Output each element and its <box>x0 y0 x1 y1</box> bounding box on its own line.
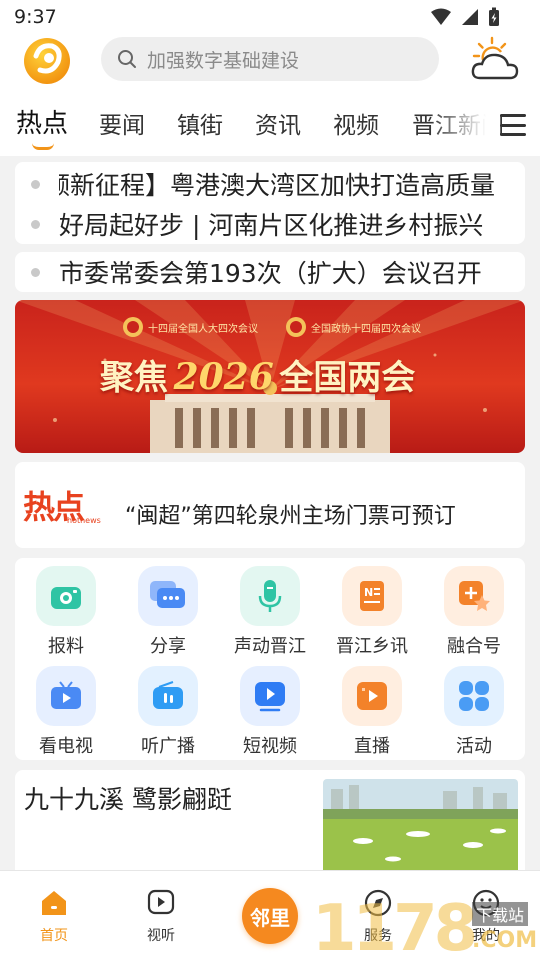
app-logo[interactable] <box>22 36 72 86</box>
channel-menu-button[interactable] <box>500 114 526 136</box>
status-time: 9:37 <box>14 6 57 28</box>
smiley-icon <box>472 889 500 917</box>
svg-text:N: N <box>364 586 373 599</box>
banner-title-year: 2026 <box>173 356 274 398</box>
tab-video[interactable]: 视频 <box>333 106 379 140</box>
microphone-icon <box>240 566 300 626</box>
ticker-text: 市委常委会第193次（扩大）会议召开 <box>59 259 482 288</box>
nav-home[interactable]: 首页 <box>24 889 84 945</box>
news-ticker-single: 市委常委会第193次（扩大）会议召开 <box>15 252 525 292</box>
hot-news-logo: 热点 hotnews <box>23 482 103 526</box>
tab-headlines[interactable]: 要闻 <box>99 106 145 140</box>
service-label: 看电视 <box>39 736 93 757</box>
compass-icon <box>364 889 392 917</box>
ticker-item[interactable]: 市委常委会第193次（扩大）会议召开 <box>15 252 525 292</box>
tab-towns[interactable]: 镇街 <box>177 106 223 140</box>
service-label: 报料 <box>48 636 84 657</box>
banner-title: 聚焦 2026 全国两会 <box>100 350 415 399</box>
service-label: 分享 <box>150 636 186 657</box>
tv-icon <box>36 666 96 726</box>
search-bar[interactable]: 加强数字基础建设 <box>101 37 439 81</box>
article-thumbnail <box>323 779 518 880</box>
news-ticker: 领新征程】粤港澳大湾区加快打造高质量 好局起好步 | 河南片区化推进乡村振兴 <box>15 162 525 244</box>
bullet-dot <box>31 219 40 229</box>
star-plus-icon <box>444 566 504 626</box>
nav-services[interactable]: 服务 <box>348 889 408 945</box>
weather-button[interactable] <box>470 36 520 82</box>
nav-audio-video[interactable]: 视听 <box>131 889 191 945</box>
bullet-dot <box>31 267 40 277</box>
service-label: 听广播 <box>141 736 195 757</box>
tab-fade-overlay <box>430 90 500 156</box>
banner-npc-caption: 十四届全国人大四次会议 <box>148 324 258 335</box>
service-label: 短视频 <box>243 736 297 757</box>
grid-icon <box>444 666 504 726</box>
search-icon <box>118 50 136 68</box>
play-circle-icon <box>147 889 175 915</box>
service-grid: 报料 分享 声动晋江 N 晋江乡讯 融合号 看电视 听广播 短视频 直播 活动 <box>15 558 525 760</box>
banner-title-part2: 全国两会 <box>279 358 416 398</box>
home-icon <box>42 891 66 915</box>
nav-profile[interactable]: 我的 <box>456 889 516 945</box>
camera-icon <box>36 566 96 626</box>
tab-hot[interactable]: 热点 <box>16 103 68 140</box>
ticker-item[interactable]: 好局起好步 | 河南片区化推进乡村振兴 <box>15 204 525 244</box>
service-media-account[interactable]: 融合号 <box>431 566 517 658</box>
nav-label: 视听 <box>147 928 175 944</box>
hot-news-card[interactable]: 热点 hotnews “闽超”第四轮泉州主场门票可预订 <box>15 462 525 548</box>
nav-neighborhood[interactable]: 邻里 <box>242 888 298 944</box>
bottom-navigation: 首页 视听 邻里 服务 我的 <box>0 870 540 960</box>
header: 加强数字基础建设 <box>0 34 540 90</box>
service-short-video[interactable]: 短视频 <box>227 666 313 758</box>
nav-label: 服务 <box>364 928 392 944</box>
logo-icon <box>24 38 70 84</box>
active-tab-indicator <box>32 143 54 150</box>
service-label: 声动晋江 <box>234 636 306 657</box>
radio-icon <box>138 666 198 726</box>
ticker-text: 好局起好步 | 河南片区化推进乡村振兴 <box>59 211 484 240</box>
hot-news-brand-en: hotnews <box>67 516 101 525</box>
wifi-icon <box>431 8 451 25</box>
service-village-news[interactable]: N 晋江乡讯 <box>329 566 415 658</box>
search-placeholder: 加强数字基础建设 <box>147 49 300 72</box>
service-label: 晋江乡讯 <box>336 636 408 657</box>
service-share[interactable]: 分享 <box>125 566 211 658</box>
hot-news-headline: “闽超”第四轮泉州主场门票可预订 <box>125 504 456 529</box>
chat-bubble-icon <box>138 566 198 626</box>
live-icon <box>342 666 402 726</box>
nav-label: 首页 <box>40 928 68 944</box>
ticker-text: 领新征程】粤港澳大湾区加快打造高质量 <box>45 171 496 200</box>
bullet-dot <box>31 179 40 189</box>
service-label: 直播 <box>354 736 390 757</box>
status-bar: 9:37 <box>0 0 540 34</box>
two-sessions-banner[interactable]: 十四届全国人大四次会议 全国政协十四届四次会议 聚焦 2026 全国两会 <box>15 300 525 453</box>
service-radio[interactable]: 听广播 <box>125 666 211 758</box>
service-live[interactable]: 直播 <box>329 666 415 758</box>
banner-cppcc-caption: 全国政协十四届四次会议 <box>311 324 421 335</box>
service-report[interactable]: 报料 <box>23 566 109 658</box>
banner-title-part1: 聚焦 <box>100 358 168 398</box>
signal-icon <box>462 9 478 25</box>
channel-tabs: 热点 要闻 镇街 资讯 视频 晋江新闻 <box>0 90 540 156</box>
service-activities[interactable]: 活动 <box>431 666 517 758</box>
service-watch-tv[interactable]: 看电视 <box>23 666 109 758</box>
article-title: 九十九溪 鹭影翩跹 <box>24 785 232 814</box>
battery-icon <box>489 7 499 26</box>
system-icons <box>430 7 500 27</box>
nav-label: 我的 <box>472 928 500 944</box>
article-card[interactable]: 九十九溪 鹭影翩跹 <box>15 770 525 880</box>
service-voice-jinjiang[interactable]: 声动晋江 <box>227 566 313 658</box>
weather-cloud-sun-icon <box>471 36 519 80</box>
service-label: 融合号 <box>447 636 501 657</box>
tab-info[interactable]: 资讯 <box>255 106 301 140</box>
newspaper-icon: N <box>342 566 402 626</box>
service-label: 活动 <box>456 736 492 757</box>
video-play-icon <box>240 666 300 726</box>
ticker-item[interactable]: 领新征程】粤港澳大湾区加快打造高质量 <box>15 164 525 204</box>
